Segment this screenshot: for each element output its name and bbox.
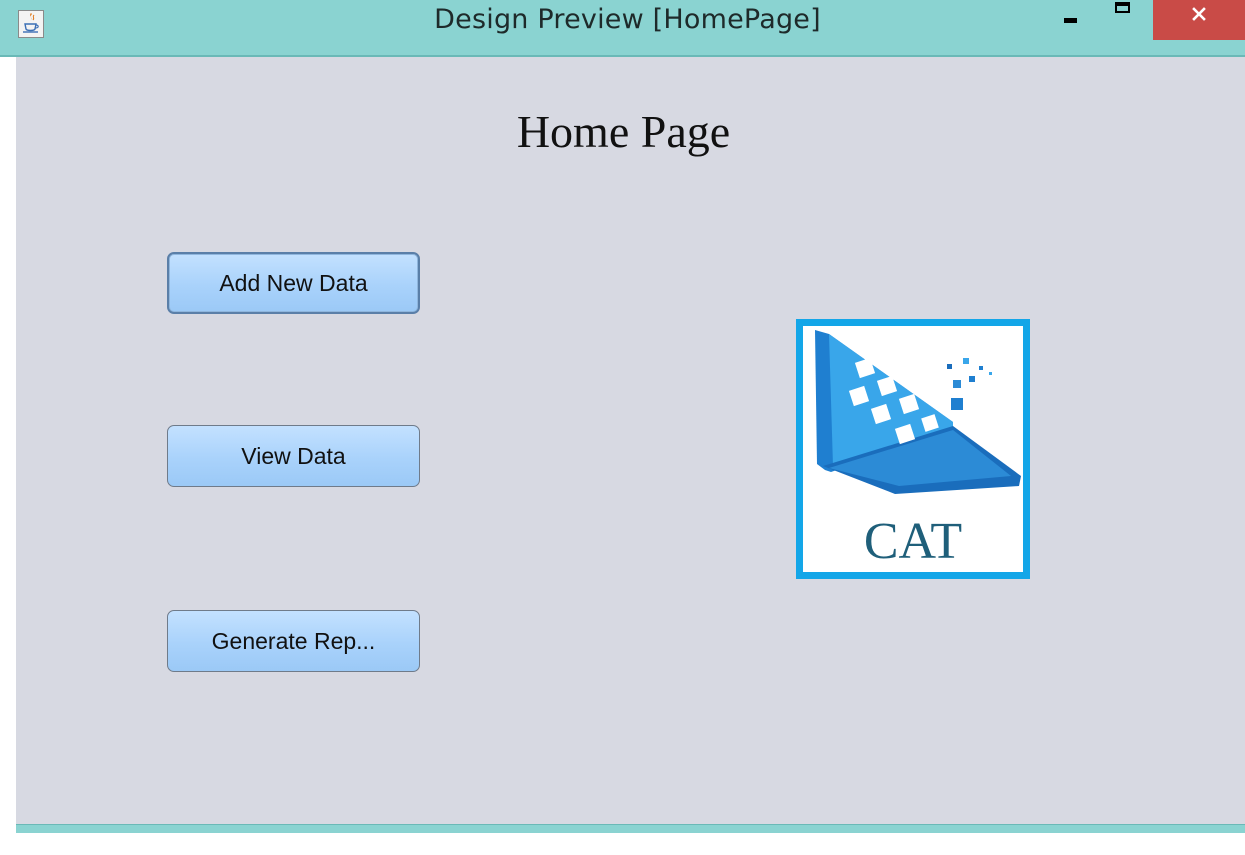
view-data-button[interactable]: View Data (167, 425, 420, 487)
window-frame-bottom (0, 833, 1245, 855)
page-title: Home Page (516, 106, 731, 157)
close-button[interactable] (1153, 0, 1245, 40)
add-new-data-button[interactable]: Add New Data (167, 252, 420, 314)
maximize-icon[interactable] (1100, 0, 1144, 40)
generate-report-button[interactable]: Generate Rep... (167, 610, 420, 672)
cat-logo: CAT (796, 319, 1030, 579)
close-icon (1192, 7, 1206, 21)
window-frame-left (0, 0, 16, 833)
design-preview-window: Design Preview [HomePage] Home Page Add … (0, 0, 1245, 855)
logo-text: CAT (864, 513, 962, 570)
title-bar[interactable]: Design Preview [HomePage] (0, 0, 1245, 57)
minimize-icon[interactable] (1052, 0, 1096, 40)
home-page-panel: Home Page Add New Data View Data Generat… (16, 57, 1245, 824)
